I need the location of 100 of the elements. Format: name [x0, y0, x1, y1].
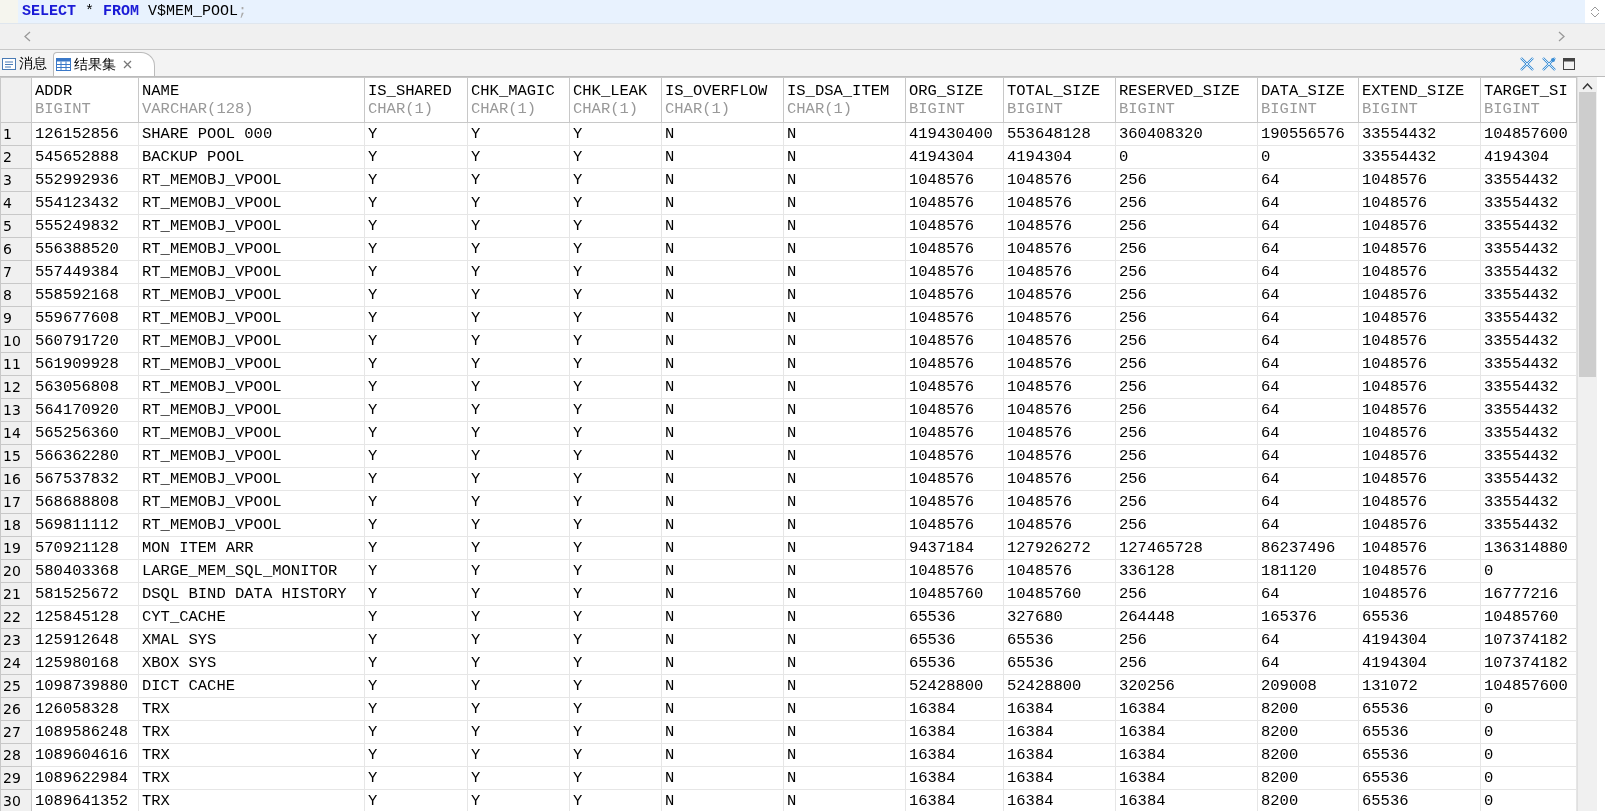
row-number[interactable]: 30 [0, 789, 32, 811]
column-header[interactable]: TARGET_SI [1480, 77, 1577, 100]
row-number[interactable]: 20 [0, 559, 32, 583]
table-cell: 8200 [1257, 720, 1359, 744]
column-header[interactable]: CHK_LEAK [569, 77, 662, 100]
column-type: CHAR(1) [364, 100, 468, 123]
row-number[interactable]: 21 [0, 582, 32, 606]
scroll-down-icon[interactable] [1590, 11, 1600, 18]
table-cell: 64 [1257, 375, 1359, 399]
table-cell: 1048576 [905, 352, 1004, 376]
scroll-left-icon[interactable] [24, 31, 31, 42]
row-number[interactable]: 4 [0, 191, 32, 215]
result-tab[interactable]: 结果集 [53, 52, 155, 76]
column-header[interactable]: IS_DSA_ITEM [783, 77, 906, 100]
row-number[interactable]: 14 [0, 421, 32, 445]
table-cell: RT_MEMOBJ_VPOOL [138, 467, 365, 491]
table-cell: 256 [1115, 421, 1258, 445]
column-header[interactable]: TOTAL_SIZE [1003, 77, 1116, 100]
table-cell: Y [467, 651, 570, 675]
row-number[interactable]: 6 [0, 237, 32, 261]
column-header[interactable]: IS_SHARED [364, 77, 468, 100]
row-number[interactable]: 25 [0, 674, 32, 698]
table-cell: N [783, 306, 906, 330]
result-tab[interactable]: 消息 [0, 52, 53, 76]
column-type: BIGINT [1358, 100, 1481, 123]
table-cell: N [783, 168, 906, 192]
table-cell: 256 [1115, 444, 1258, 468]
column-header[interactable]: NAME [138, 77, 365, 100]
row-number[interactable]: 15 [0, 444, 32, 468]
scroll-up-icon[interactable] [1582, 83, 1593, 90]
table-cell: Y [364, 329, 468, 353]
table-cell: Y [364, 421, 468, 445]
row-number[interactable]: 2 [0, 145, 32, 169]
row-number[interactable]: 9 [0, 306, 32, 330]
table-cell: RT_MEMOBJ_VPOOL [138, 490, 365, 514]
table-cell: 16384 [1003, 766, 1116, 790]
table-cell: Y [467, 559, 570, 583]
table-cell: 64 [1257, 398, 1359, 422]
table-cell: 125912648 [31, 628, 139, 652]
table-cell: 256 [1115, 260, 1258, 284]
table-cell: N [783, 237, 906, 261]
table-cell: 33554432 [1480, 237, 1577, 261]
table-cell: N [661, 191, 784, 215]
table-cell: 320256 [1115, 674, 1258, 698]
column-header[interactable]: ORG_SIZE [905, 77, 1004, 100]
column-header[interactable]: CHK_MAGIC [467, 77, 570, 100]
table-cell: N [783, 536, 906, 560]
table-cell: N [661, 237, 784, 261]
table-cell: 126058328 [31, 697, 139, 721]
close-icon[interactable] [123, 60, 132, 69]
table-cell: N [783, 651, 906, 675]
table-cell: 1048576 [905, 513, 1004, 537]
row-number[interactable]: 13 [0, 398, 32, 422]
table-cell: 1048576 [1003, 467, 1116, 491]
table-cell: Y [364, 444, 468, 468]
table-cell: N [661, 743, 784, 767]
row-number[interactable]: 29 [0, 766, 32, 790]
row-number[interactable]: 7 [0, 260, 32, 284]
row-number[interactable]: 1 [0, 122, 32, 146]
row-number[interactable]: 8 [0, 283, 32, 307]
maximize-icon[interactable] [1563, 58, 1575, 70]
column-header[interactable]: IS_OVERFLOW [661, 77, 784, 100]
table-cell: 33554432 [1480, 490, 1577, 514]
table-cell: Y [467, 283, 570, 307]
row-number[interactable]: 12 [0, 375, 32, 399]
row-number[interactable]: 5 [0, 214, 32, 238]
table-cell: 0 [1480, 697, 1577, 721]
row-number[interactable]: 23 [0, 628, 32, 652]
table-cell: Y [364, 490, 468, 514]
row-number[interactable]: 28 [0, 743, 32, 767]
table-cell: 1048576 [1003, 444, 1116, 468]
column-header[interactable]: DATA_SIZE [1257, 77, 1359, 100]
table-cell: LARGE_MEM_SQL_MONITOR [138, 559, 365, 583]
table-cell: Y [364, 513, 468, 537]
row-number[interactable]: 27 [0, 720, 32, 744]
row-number[interactable]: 22 [0, 605, 32, 629]
row-number[interactable]: 18 [0, 513, 32, 537]
row-number[interactable]: 3 [0, 168, 32, 192]
row-number[interactable]: 24 [0, 651, 32, 675]
table-cell: Y [467, 168, 570, 192]
table-cell: N [661, 260, 784, 284]
table-cell: 16384 [1003, 697, 1116, 721]
column-type: BIGINT [31, 100, 139, 123]
scrollbar-thumb[interactable] [1579, 92, 1596, 377]
row-number[interactable]: 11 [0, 352, 32, 376]
row-number[interactable]: 10 [0, 329, 32, 353]
table-cell: 1048576 [905, 559, 1004, 583]
table-cell: Y [569, 743, 662, 767]
column-header[interactable]: ADDR [31, 77, 139, 100]
scroll-right-icon[interactable] [1558, 31, 1565, 42]
column-header[interactable]: RESERVED_SIZE [1115, 77, 1258, 100]
row-number[interactable]: 26 [0, 697, 32, 721]
row-number[interactable]: 19 [0, 536, 32, 560]
row-number[interactable]: 16 [0, 467, 32, 491]
row-number[interactable]: 17 [0, 490, 32, 514]
table-cell: N [661, 145, 784, 169]
column-header[interactable]: EXTEND_SIZE [1358, 77, 1481, 100]
table-cell: Y [569, 536, 662, 560]
table-cell: Y [467, 513, 570, 537]
table-cell: Y [569, 191, 662, 215]
